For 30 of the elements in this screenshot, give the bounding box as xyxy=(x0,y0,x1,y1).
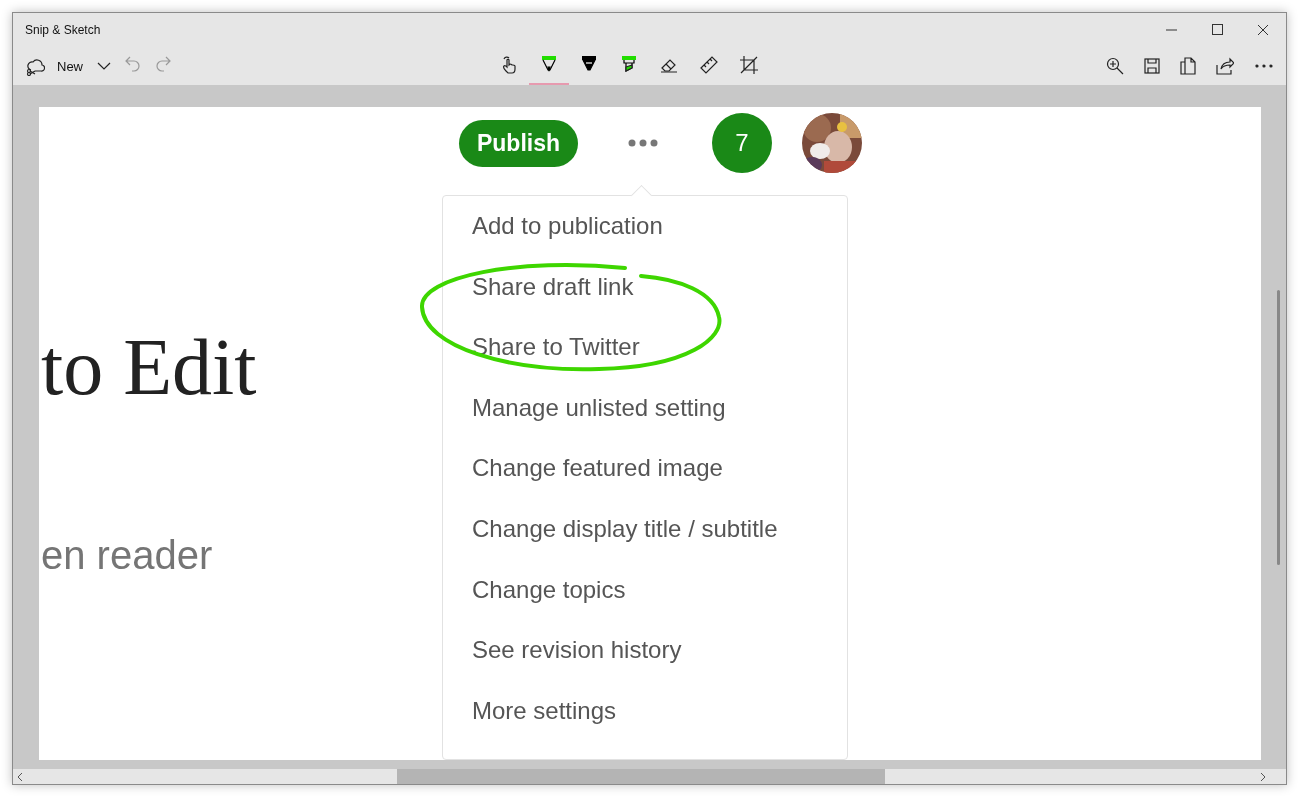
menu-item[interactable]: Change topics xyxy=(443,575,626,637)
save-icon[interactable] xyxy=(1144,58,1160,74)
publish-button[interactable]: Publish xyxy=(459,119,578,167)
menu-item[interactable]: More settings xyxy=(443,696,617,758)
crop-icon xyxy=(739,55,759,75)
menu-item[interactable]: See revision history xyxy=(443,636,682,697)
scroll-right-icon[interactable] xyxy=(1260,771,1266,782)
zoom-in-icon[interactable] xyxy=(1106,57,1124,75)
scrollbar-thumb[interactable] xyxy=(397,769,885,784)
menu-item[interactable]: Add to publication xyxy=(443,212,663,273)
menu-item[interactable]: Share draft link xyxy=(443,272,634,334)
horizontal-scrollbar[interactable] xyxy=(13,769,1286,784)
scrollbar-thumb[interactable] xyxy=(1277,290,1280,565)
notification-count[interactable]: 7 xyxy=(712,113,772,173)
article-title: to Edit xyxy=(41,322,257,413)
snip-icon xyxy=(25,56,45,76)
dropdown-caret-icon[interactable] xyxy=(97,61,111,71)
copy-icon[interactable] xyxy=(1180,57,1196,75)
menu-item[interactable]: Change display title / subtitle xyxy=(443,514,778,576)
menu-item[interactable]: Share to Twitter xyxy=(443,333,640,394)
menu-item[interactable]: Manage unlisted setting xyxy=(443,393,726,455)
article-subtitle: en reader xyxy=(41,532,213,579)
more-options-icon[interactable] xyxy=(1254,63,1274,69)
new-snip-button[interactable]: New xyxy=(25,56,83,76)
more-icon[interactable] xyxy=(628,139,658,147)
menu-item[interactable]: Change featured image xyxy=(443,454,723,515)
scroll-left-icon[interactable] xyxy=(17,771,23,782)
ruler-icon xyxy=(699,55,719,75)
window-title: Snip & Sketch xyxy=(25,23,101,37)
share-icon[interactable] xyxy=(1216,57,1234,75)
